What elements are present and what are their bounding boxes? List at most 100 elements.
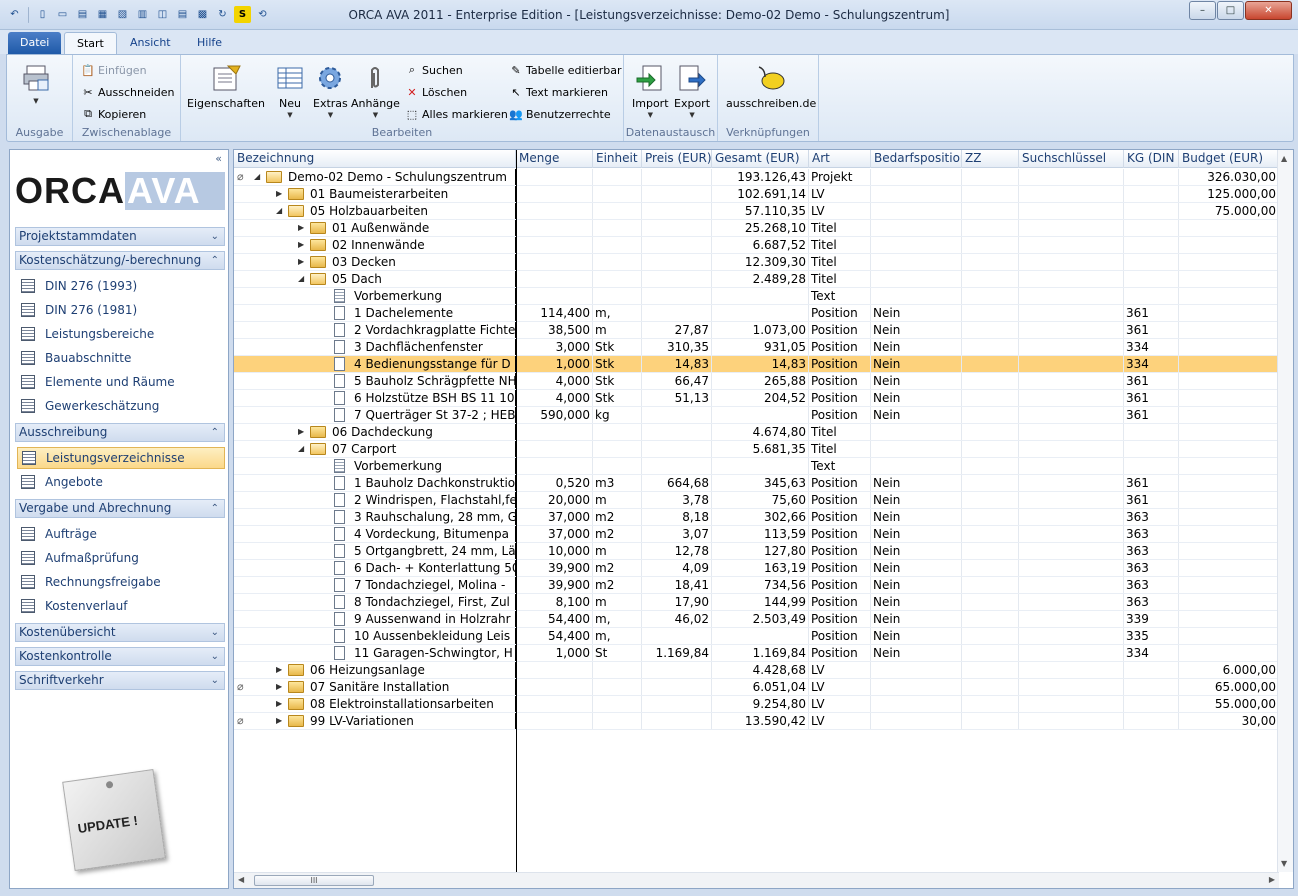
cell-menge[interactable]: 4,000 [516, 373, 593, 389]
expand-icon[interactable]: ▶ [298, 424, 304, 440]
cell-bedarf[interactable] [871, 220, 962, 236]
cell-einheit[interactable]: m3 [593, 475, 642, 491]
column-header[interactable]: KG (DIN [1124, 150, 1179, 168]
cell-bedarf[interactable]: Nein [871, 594, 962, 610]
cell-gesamt[interactable]: 113,59 [712, 526, 809, 542]
cell-preis[interactable] [642, 203, 712, 219]
cell-gesamt[interactable]: 57.110,35 [712, 203, 809, 219]
cell-preis[interactable]: 664,68 [642, 475, 712, 491]
cell-budget[interactable] [1179, 254, 1279, 270]
section-kostenuebersicht[interactable]: Kostenübersicht ⌄ [15, 623, 225, 642]
cell-empty[interactable] [962, 611, 1019, 627]
cell-menge[interactable] [516, 679, 593, 695]
cell-gesamt[interactable] [712, 305, 809, 321]
cell-empty[interactable] [962, 373, 1019, 389]
table-row[interactable]: 6 Holzstütze BSH BS 11 10 4,000 Stk 51,13 20… [234, 390, 1279, 407]
cell-einheit[interactable] [593, 203, 642, 219]
cell-einheit[interactable] [593, 220, 642, 236]
table-row[interactable]: ▶ 06 Dachdeckung 4.674,80 Titel [234, 424, 1279, 441]
cell-einheit[interactable]: Stk [593, 356, 642, 372]
expand-icon[interactable]: ▶ [276, 696, 282, 712]
scrollbar-thumb[interactable]: III [254, 875, 374, 886]
expand-icon[interactable]: ▶ [298, 254, 304, 270]
nav-item-din276-1993[interactable]: DIN 276 (1993) [17, 275, 225, 297]
table-row[interactable]: ⌀ ◢ Demo-02 Demo - Schulungszentrum 193.126… [234, 169, 1279, 186]
cell-empty[interactable] [1019, 339, 1124, 355]
cell-kg[interactable] [1124, 288, 1179, 304]
cell-empty[interactable] [1019, 492, 1124, 508]
cell-bedarf[interactable]: Nein [871, 373, 962, 389]
cell-einheit[interactable]: m [593, 594, 642, 610]
cell-art[interactable]: Titel [809, 220, 871, 236]
cell-empty[interactable] [1019, 475, 1124, 491]
cell-budget[interactable]: 125.000,00 [1179, 186, 1279, 202]
cell-preis[interactable] [642, 169, 712, 185]
cell-kg[interactable] [1124, 713, 1179, 729]
cell-bedarf[interactable] [871, 696, 962, 712]
cell-kg[interactable]: 363 [1124, 560, 1179, 576]
cell-budget[interactable]: 65.000,00 [1179, 679, 1279, 695]
table-row[interactable]: ▶ 01 Baumeisterarbeiten 102.691,14 LV 125.00… [234, 186, 1279, 203]
cell-art[interactable]: Position [809, 526, 871, 542]
cell-einheit[interactable]: m, [593, 305, 642, 321]
cell-empty[interactable] [962, 271, 1019, 287]
cell-preis[interactable] [642, 407, 712, 423]
cell-budget[interactable]: 75.000,00 [1179, 203, 1279, 219]
cell-empty[interactable] [1019, 594, 1124, 610]
table-row[interactable]: ◢ 05 Holzbauarbeiten 57.110,35 LV 75.000,00 [234, 203, 1279, 220]
table-row[interactable]: ▶ 03 Decken 12.309,30 Titel [234, 254, 1279, 271]
collapse-icon[interactable]: ◢ [298, 271, 304, 287]
cell-einheit[interactable]: Stk [593, 373, 642, 389]
tab-start[interactable]: Start [64, 32, 117, 54]
cell-empty[interactable] [1019, 390, 1124, 406]
cell-budget[interactable] [1179, 220, 1279, 236]
cell-art[interactable]: LV [809, 203, 871, 219]
expand-icon[interactable]: ▶ [298, 237, 304, 253]
cell-bedarf[interactable] [871, 679, 962, 695]
cell-budget[interactable] [1179, 560, 1279, 576]
cell-einheit[interactable] [593, 458, 642, 474]
cell-empty[interactable] [1019, 169, 1124, 185]
cell-preis[interactable] [642, 220, 712, 236]
cell-empty[interactable] [962, 254, 1019, 270]
cell-bedarf[interactable] [871, 713, 962, 729]
cell-menge[interactable]: 38,500 [516, 322, 593, 338]
cell-budget[interactable] [1179, 322, 1279, 338]
cell-empty[interactable] [962, 679, 1019, 695]
cell-menge[interactable]: 39,900 [516, 577, 593, 593]
cell-empty[interactable] [962, 322, 1019, 338]
table-row[interactable]: 3 Dachflächenfenster 3,000 Stk 310,35 931,05… [234, 339, 1279, 356]
cell-art[interactable]: LV [809, 679, 871, 695]
collapse-icon[interactable]: ◢ [276, 203, 282, 219]
cell-empty[interactable] [1019, 254, 1124, 270]
cell-einheit[interactable] [593, 662, 642, 678]
cell-gesamt[interactable]: 302,66 [712, 509, 809, 525]
cell-empty[interactable] [1019, 407, 1124, 423]
cell-empty[interactable] [1019, 356, 1124, 372]
cell-kg[interactable] [1124, 254, 1179, 270]
cell-empty[interactable] [1019, 645, 1124, 661]
cell-budget[interactable]: 6.000,00 [1179, 662, 1279, 678]
cell-empty[interactable] [962, 543, 1019, 559]
table-row[interactable]: 2 Windrispen, Flachstahl,fe 20,000 m 3,78 75… [234, 492, 1279, 509]
import-button[interactable]: Import ▼ [632, 61, 669, 119]
cell-budget[interactable] [1179, 543, 1279, 559]
cell-empty[interactable] [962, 356, 1019, 372]
table-row[interactable]: Vorbemerkung Text [234, 458, 1279, 475]
cell-budget[interactable] [1179, 407, 1279, 423]
cell-budget[interactable] [1179, 424, 1279, 440]
select-all-button[interactable]: ⬚ Alles markieren [405, 107, 508, 121]
cell-preis[interactable]: 18,41 [642, 577, 712, 593]
table-row[interactable]: ⌀ ▶ 07 Sanitäre Installation 6.051,04 LV 65.0… [234, 679, 1279, 696]
table-row[interactable]: Vorbemerkung Text [234, 288, 1279, 305]
cut-button[interactable]: ✂ Ausschneiden [81, 85, 174, 99]
cell-empty[interactable] [962, 662, 1019, 678]
cell-art[interactable]: Position [809, 339, 871, 355]
cell-budget[interactable] [1179, 594, 1279, 610]
cell-menge[interactable]: 1,000 [516, 645, 593, 661]
cell-gesamt[interactable]: 5.681,35 [712, 441, 809, 457]
cell-empty[interactable] [962, 492, 1019, 508]
cell-empty[interactable] [1019, 509, 1124, 525]
cell-empty[interactable] [962, 577, 1019, 593]
cell-einheit[interactable] [593, 169, 642, 185]
